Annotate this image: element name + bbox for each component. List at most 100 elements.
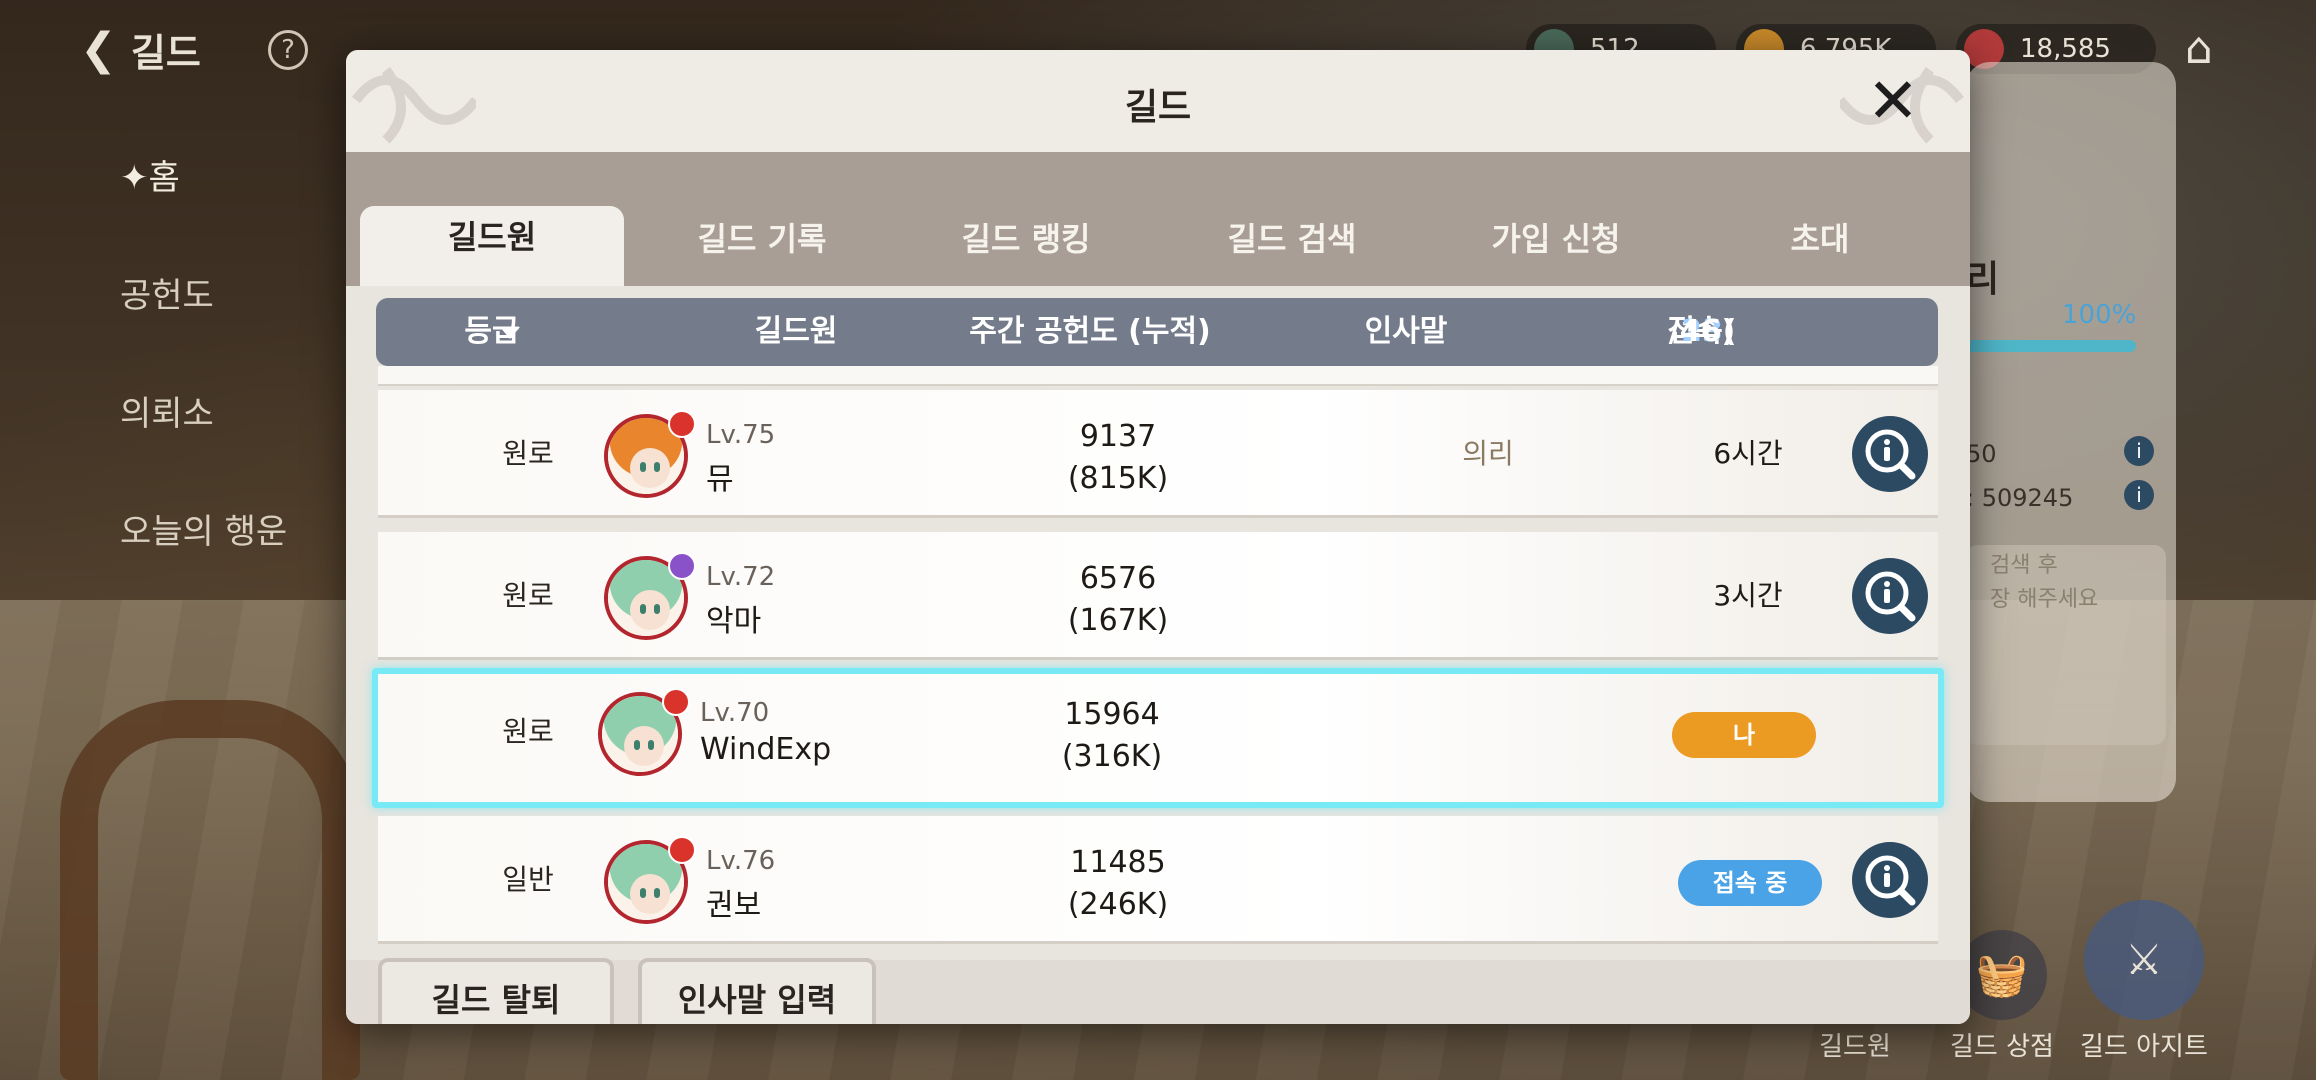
guild-notice-box[interactable]: 검색 후 장 해주세요 — [1966, 545, 2166, 745]
dialog-header: 길드 ✕ — [346, 50, 1970, 152]
tab-members[interactable]: 길드원 — [360, 206, 624, 288]
weekly-contribution: 15964 — [1064, 697, 1160, 732]
member-info-button[interactable] — [1852, 558, 1928, 634]
dialog-footer: 길드 탈퇴 인사말 입력 — [346, 958, 1970, 1024]
tab-bar: 길드원 길드 기록 길드 랭킹 길드 검색 가입 신청 초대 — [346, 152, 1970, 288]
leave-guild-button[interactable]: 길드 탈퇴 — [378, 958, 614, 1024]
back-button[interactable]: ❮ 길드 — [80, 22, 201, 77]
chevron-left-icon: ❮ — [80, 24, 117, 75]
guild-progress-percent: 100% — [2062, 300, 2137, 330]
close-button[interactable]: ✕ — [1864, 70, 1922, 132]
enter-greeting-button[interactable]: 인사말 입력 — [638, 958, 876, 1024]
nav-guild-hideout[interactable]: ⚔ 길드 아지트 — [2080, 900, 2208, 1063]
member-level: Lv.72 — [706, 562, 776, 592]
member-list[interactable]: 원로 Lv.75 뮤 9137 (815K) 의리 6시간 원로 Lv.72 악마 6576 (167… — [346, 366, 1970, 960]
eye — [654, 888, 660, 898]
flower-badge-icon — [668, 410, 696, 438]
total-contribution: (815K) — [1067, 461, 1169, 496]
back-label: 길드 — [130, 31, 201, 75]
member-name: WindExp — [700, 732, 832, 767]
member-name: 악마 — [706, 604, 762, 639]
member-level: Lv.76 — [706, 846, 776, 876]
member-greeting: 의리 — [1462, 437, 1514, 470]
magnifier-info-icon — [1865, 855, 1916, 906]
magnifier-info-icon — [1865, 571, 1916, 622]
eye — [634, 740, 640, 750]
avatar-face — [630, 874, 670, 914]
eye — [640, 462, 646, 472]
eye — [640, 888, 646, 898]
eye — [640, 604, 646, 614]
member-info-button[interactable] — [1852, 416, 1928, 492]
guild-stat-1: 50 — [1966, 440, 1997, 468]
help-icon[interactable]: ? — [268, 30, 308, 70]
side-menu: ✦홈 공헌도 의뢰소 오늘의 행운 — [120, 150, 287, 622]
member-name: 권보 — [706, 888, 762, 923]
side-menu-item-requests[interactable]: 의뢰소 — [120, 386, 287, 434]
avatar-face — [624, 726, 664, 766]
info-icon[interactable]: i — [2124, 480, 2154, 510]
last-login: 6시간 — [1713, 437, 1783, 470]
close-icon: ✕ — [1867, 64, 1919, 137]
total-contribution: (246K) — [1067, 887, 1169, 922]
member-contribution: 6576 (167K) — [1018, 558, 1218, 642]
table-row-self[interactable]: 원로 Lv.70 WindExp 15964 (316K) 나 — [372, 668, 1944, 808]
member-list-panel: 등급 길드원 주간 공헌도 (누적) 인사말 접속(23/46) 원로 Lv.75… — [346, 286, 1970, 960]
tab-search[interactable]: 길드 검색 — [1160, 208, 1424, 286]
eye — [654, 604, 660, 614]
weekly-contribution: 9137 — [1079, 419, 1157, 454]
guild-progress-bar — [1966, 340, 2136, 352]
member-name: 뮤 — [706, 462, 734, 497]
swords-icon: ⚔ — [2083, 900, 2204, 1020]
column-greeting: 인사말 — [1364, 314, 1448, 349]
guild-name-fragment: 리 — [1966, 259, 2000, 300]
column-header: 등급 길드원 주간 공헌도 (누적) 인사말 접속(23/46) — [376, 298, 1938, 366]
tab-ranking[interactable]: 길드 랭킹 — [894, 208, 1158, 286]
member-grade: 원로 — [502, 579, 554, 612]
member-grade: 원로 — [502, 715, 554, 748]
dialog-title: 길드 — [1124, 87, 1192, 128]
table-row[interactable]: 원로 Lv.75 뮤 9137 (815K) 의리 6시간 — [378, 390, 1938, 518]
home-icon[interactable]: ⌂ — [2172, 22, 2226, 76]
side-menu-item-home[interactable]: ✦홈 — [120, 150, 287, 198]
tab-history[interactable]: 길드 기록 — [630, 208, 894, 286]
guild-stat-2: : 509245 — [1966, 484, 2074, 512]
flower-badge-icon — [668, 552, 696, 580]
member-contribution: 11485 (246K) — [1018, 842, 1218, 926]
background-chair — [60, 700, 360, 1080]
member-grade: 일반 — [502, 863, 554, 896]
flower-badge-icon — [668, 836, 696, 864]
side-menu-item-fortune[interactable]: 오늘의 행운 — [120, 504, 287, 552]
online-badge: 접속 중 — [1678, 860, 1822, 906]
basket-icon: 🧺 — [1956, 930, 2047, 1020]
guild-notice-text: 검색 후 장 해주세요 — [1990, 553, 2099, 612]
column-member: 길드원 — [754, 314, 838, 349]
sparkle-icon: ✦ — [120, 158, 149, 198]
list-row-partial — [378, 366, 1938, 386]
grade-sort-button[interactable]: 등급 — [464, 298, 520, 366]
tab-applications[interactable]: 가입 신청 — [1424, 208, 1688, 286]
member-level: Lv.75 — [706, 420, 776, 450]
column-weekly-contribution: 주간 공헌도 (누적) — [969, 314, 1211, 349]
flower-badge-icon — [662, 688, 690, 716]
info-icon[interactable]: i — [2124, 436, 2154, 466]
eye — [648, 740, 654, 750]
member-contribution: 9137 (815K) — [1018, 416, 1218, 500]
guild-dialog: 길드 ✕ 길드원 길드 기록 길드 랭킹 길드 검색 가입 신청 초대 등급 길… — [346, 50, 1970, 1024]
member-level: Lv.70 — [700, 698, 770, 728]
me-badge: 나 — [1672, 712, 1816, 758]
last-login: 3시간 — [1713, 579, 1783, 612]
avatar-face — [630, 590, 670, 630]
tab-invite[interactable]: 초대 — [1688, 208, 1952, 286]
member-grade: 원로 — [502, 437, 554, 470]
eye — [654, 462, 660, 472]
weekly-contribution: 6576 — [1079, 561, 1157, 596]
magnifier-info-icon — [1865, 429, 1916, 480]
member-info-button[interactable] — [1852, 842, 1928, 918]
side-menu-item-contribution[interactable]: 공헌도 — [120, 268, 287, 316]
weekly-contribution: 11485 — [1070, 845, 1166, 880]
total-contribution: (316K) — [1061, 739, 1163, 774]
table-row[interactable]: 원로 Lv.72 악마 6576 (167K) 3시간 — [378, 532, 1938, 660]
avatar-face — [630, 448, 670, 488]
table-row[interactable]: 일반 Lv.76 권보 11485 (246K) 접속 중 — [378, 816, 1938, 944]
